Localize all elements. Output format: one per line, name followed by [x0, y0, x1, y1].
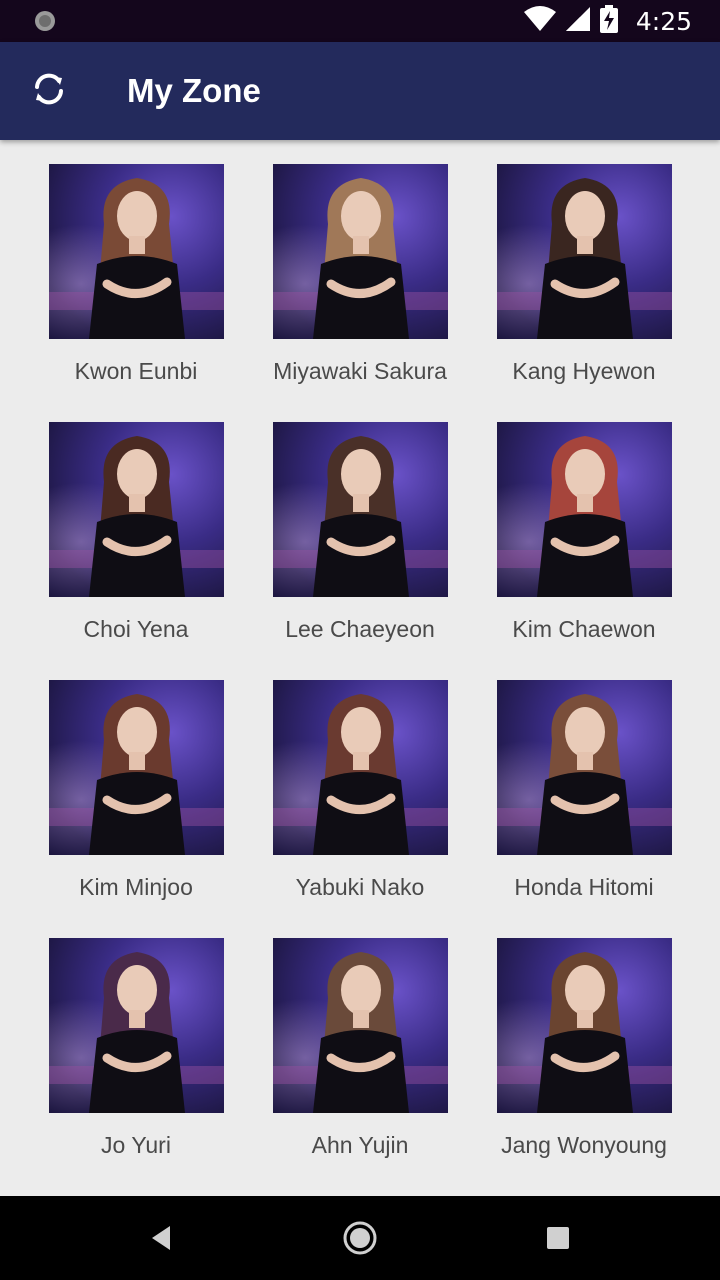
- status-icons: 4:25: [523, 0, 692, 42]
- member-card[interactable]: Ahn Yujin: [248, 914, 472, 1172]
- refresh-icon: [29, 69, 69, 114]
- page-title: My Zone: [127, 72, 261, 109]
- member-name: Kim Chaewon: [512, 616, 656, 642]
- member-photo: [497, 164, 672, 339]
- member-name: Miyawaki Sakura: [273, 358, 447, 384]
- recents-icon: [538, 1227, 578, 1262]
- battery-charging-icon: [599, 4, 618, 38]
- signal-icon: [565, 6, 590, 36]
- member-photo: [273, 422, 448, 597]
- member-card[interactable]: Honda Hitomi: [472, 656, 696, 914]
- home-button[interactable]: [340, 1218, 380, 1258]
- member-photo: [49, 164, 224, 339]
- member-card[interactable]: Jo Yuri: [24, 914, 248, 1172]
- member-name: Yabuki Nako: [295, 874, 425, 900]
- notification-icon: [33, 9, 57, 33]
- wifi-icon: [523, 5, 556, 37]
- member-name: Jang Wonyoung: [501, 1132, 667, 1158]
- member-photo: [273, 938, 448, 1113]
- member-name: Jo Yuri: [101, 1132, 171, 1158]
- member-name: Ahn Yujin: [311, 1132, 409, 1158]
- member-name: Kwon Eunbi: [74, 358, 198, 384]
- member-card[interactable]: Lee Chaeyeon: [248, 398, 472, 656]
- home-icon: [340, 1221, 380, 1262]
- member-card[interactable]: Jang Wonyoung: [472, 914, 696, 1172]
- refresh-button[interactable]: [28, 70, 70, 112]
- navigation-bar: [0, 1196, 720, 1280]
- member-photo: [497, 422, 672, 597]
- member-photo: [49, 422, 224, 597]
- member-card[interactable]: Kim Chaewon: [472, 398, 696, 656]
- back-icon: [142, 1226, 182, 1262]
- member-name: Kim Minjoo: [79, 874, 193, 900]
- member-card[interactable]: Kim Minjoo: [24, 656, 248, 914]
- member-name: Choi Yena: [83, 616, 189, 642]
- member-name: Kang Hyewon: [512, 358, 656, 384]
- member-photo: [49, 938, 224, 1113]
- status-time: 4:25: [635, 6, 692, 36]
- member-photo: [497, 938, 672, 1113]
- member-card[interactable]: Miyawaki Sakura: [248, 140, 472, 398]
- member-card[interactable]: Kwon Eunbi: [24, 140, 248, 398]
- member-card[interactable]: Choi Yena: [24, 398, 248, 656]
- status-bar: 4:25: [0, 0, 720, 42]
- member-photo: [497, 680, 672, 855]
- member-photo: [49, 680, 224, 855]
- member-name: Honda Hitomi: [514, 874, 654, 900]
- member-name: Lee Chaeyeon: [285, 616, 435, 642]
- back-button[interactable]: [142, 1218, 182, 1258]
- member-card[interactable]: Kang Hyewon: [472, 140, 696, 398]
- recents-button[interactable]: [538, 1218, 578, 1258]
- member-card[interactable]: Yabuki Nako: [248, 656, 472, 914]
- app-bar: My Zone: [0, 42, 720, 140]
- member-grid: Kwon Eunbi Miyawaki Sakura Kang Hyewon Choi…: [0, 140, 720, 1196]
- member-photo: [273, 680, 448, 855]
- member-photo: [273, 164, 448, 339]
